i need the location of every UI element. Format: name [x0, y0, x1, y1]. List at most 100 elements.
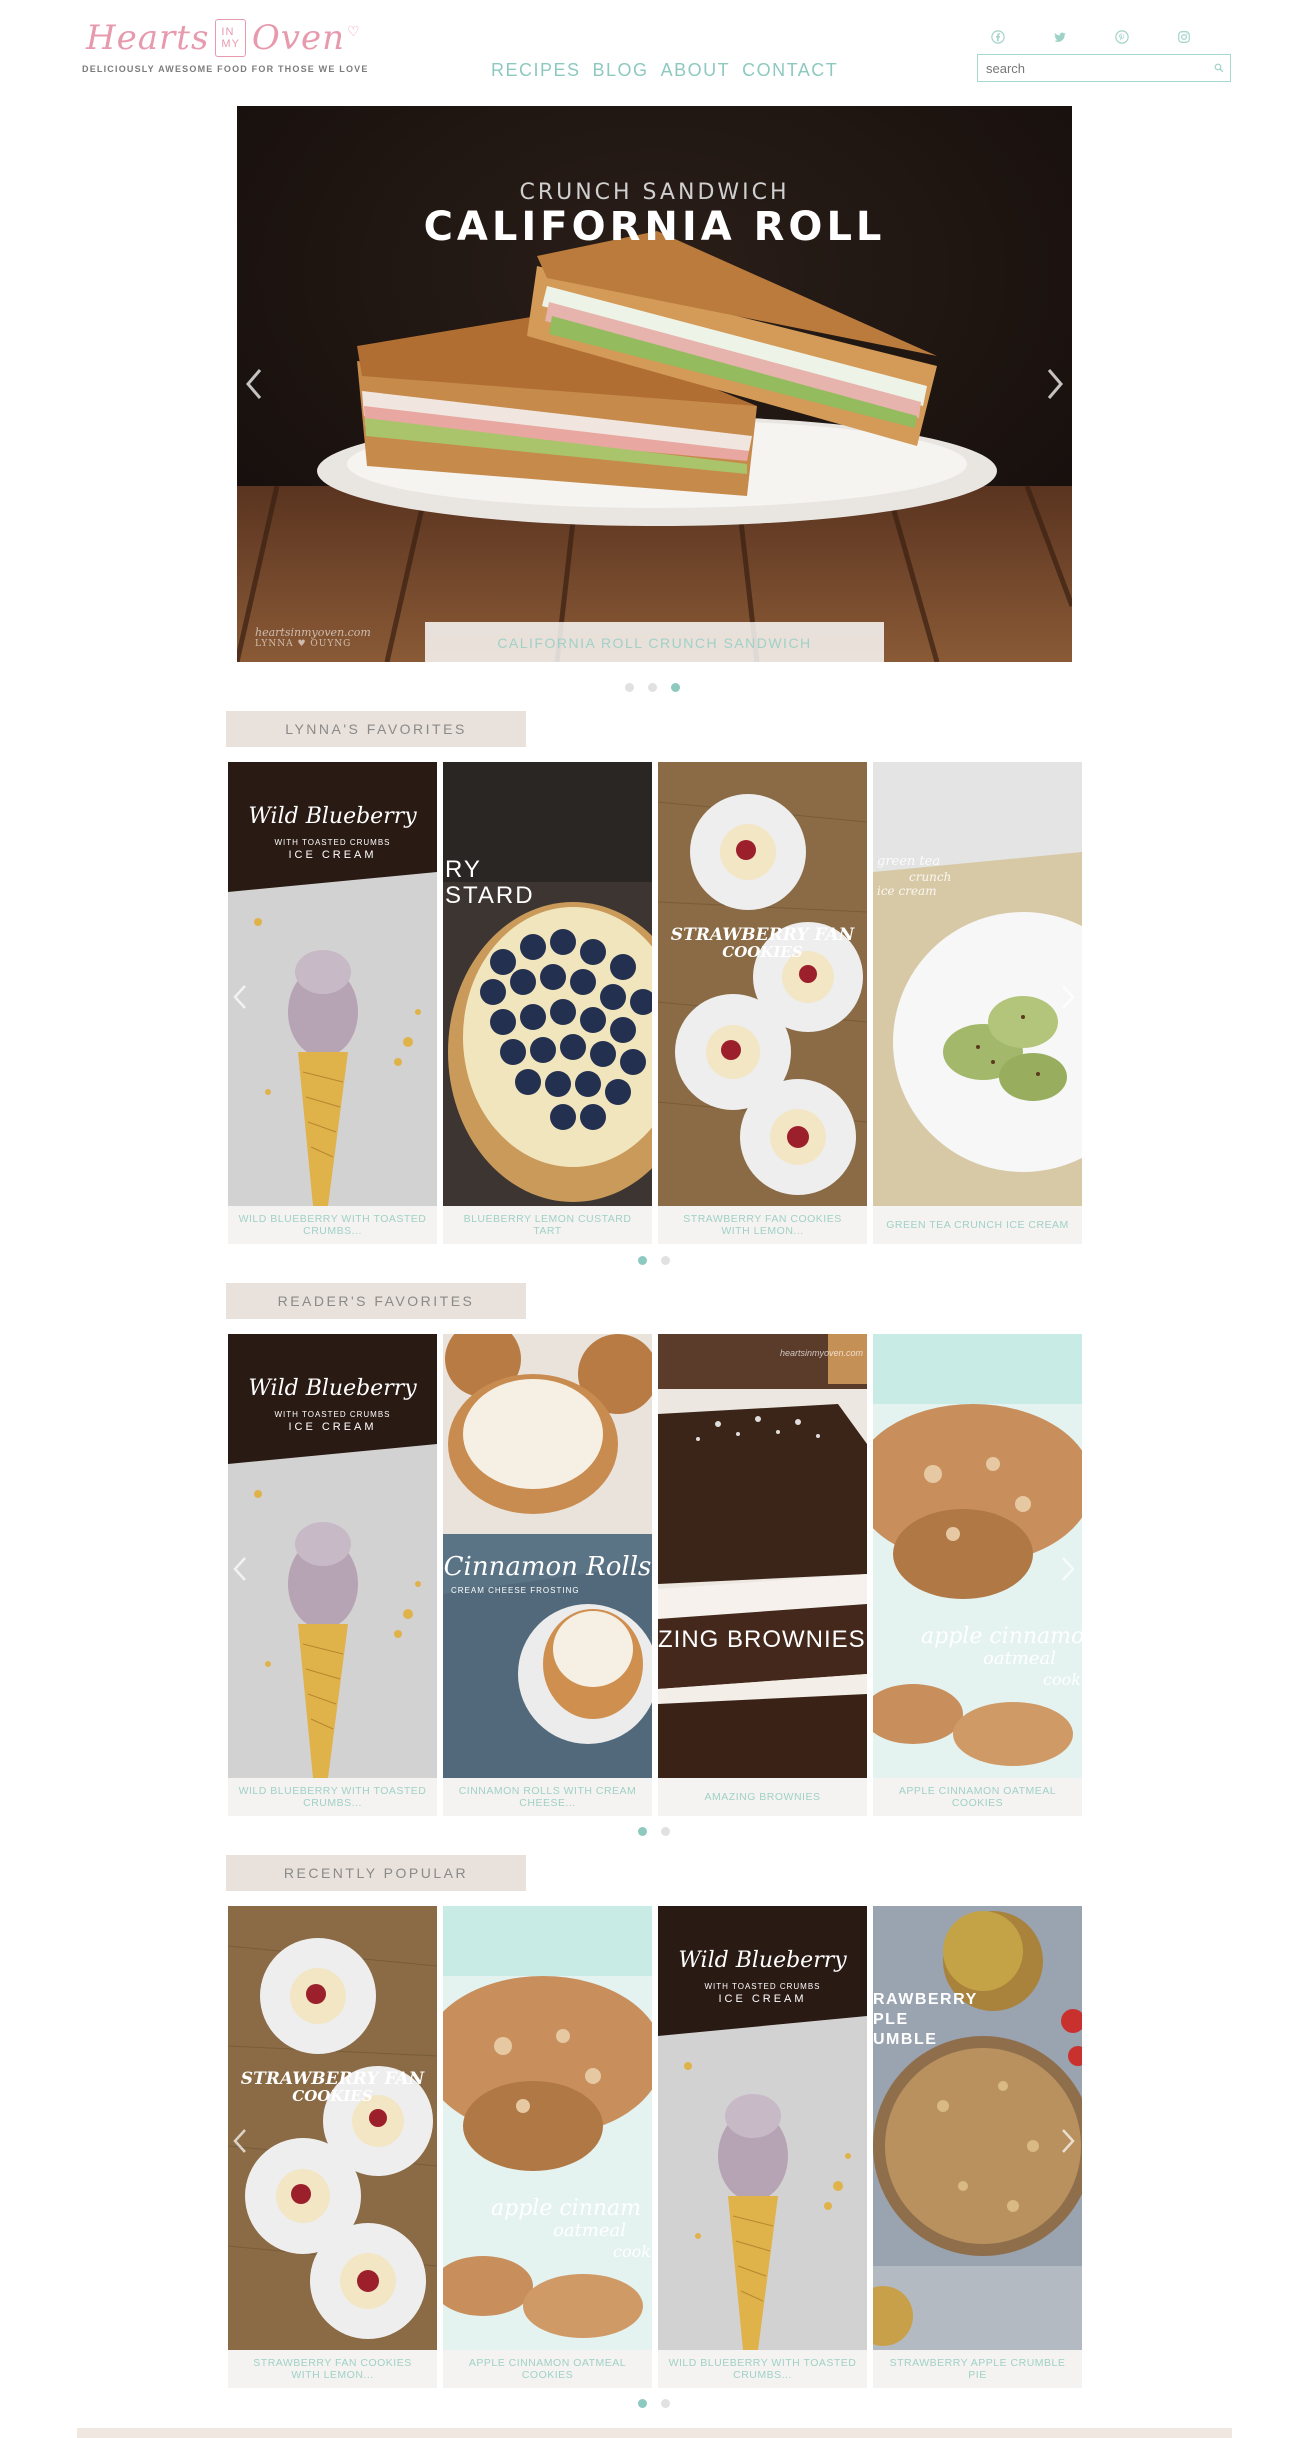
heart-icon: ♡	[347, 22, 360, 39]
search-icon[interactable]	[1208, 57, 1230, 79]
recipe-caption: AMAZING BROWNIES	[658, 1778, 867, 1816]
recipe-image	[443, 1906, 652, 2350]
recipe-caption: APPLE CINNAMON OATMEAL COOKIES	[443, 2350, 652, 2388]
recipe-card[interactable]: apple cinnamo oatmeal cookie APPLE CINNA…	[873, 1334, 1084, 1816]
hero-pagination	[625, 683, 680, 692]
recipe-overlay-sub: PLE	[873, 2011, 909, 2028]
nav-about[interactable]: ABOUT	[661, 60, 731, 81]
chevron-right-icon	[1047, 369, 1063, 399]
recipe-overlay-title: Cinnamon Rolls	[443, 1552, 652, 1582]
recipe-card[interactable]: STRAWBERRY FAN COOKIES STRAWBERRY FAN CO…	[228, 1906, 437, 2388]
recipe-overlay-sub: heartsinmyoven.com	[779, 1348, 863, 1358]
carousel-recently-popular: STRAWBERRY FAN COOKIES STRAWBERRY FAN CO…	[228, 1906, 1082, 2388]
section-title: READER'S FAVORITES	[277, 1293, 475, 1309]
logo-box-in-my: IN MY	[215, 19, 246, 57]
recipe-card[interactable]: RAWBERRY PLE UMBLE STRAWBERRY APPLE CRUM…	[873, 1906, 1082, 2388]
chevron-right-icon	[1062, 985, 1075, 1009]
recipe-caption-text: WILD BLUEBERRY WITH TOASTED CRUMBS...	[668, 2357, 857, 2381]
carousel-dot-1[interactable]	[638, 2399, 647, 2408]
pinterest-icon[interactable]	[1114, 30, 1130, 46]
hero-title-small: CRUNCH SANDWICH	[519, 180, 790, 205]
chevron-left-icon	[233, 1557, 246, 1581]
recipe-overlay-title: ZING BROWNIES	[658, 1626, 866, 1653]
carousel-dot-2[interactable]	[661, 1827, 670, 1836]
chevron-right-icon	[1062, 1557, 1075, 1581]
facebook-icon[interactable]	[990, 30, 1006, 46]
recipe-overlay-sub: COOKIES	[722, 943, 803, 961]
recipe-overlay-title: apple cinnam	[491, 2196, 642, 2221]
recipe-image	[228, 1906, 437, 2350]
recipe-overlay-sub: oatmeal	[983, 1648, 1057, 1669]
recipe-caption: STRAWBERRY FAN COOKIES WITH LEMON...	[658, 1206, 867, 1244]
recipe-overlay-sub2: ICE CREAM	[288, 1421, 377, 1433]
recipe-caption: APPLE CINNAMON OATMEAL COOKIES	[873, 1778, 1082, 1816]
recipe-caption: STRAWBERRY APPLE CRUMBLE PIE	[873, 2350, 1082, 2388]
recipe-card[interactable]: Wild Blueberry WITH TOASTED CRUMBS ICE C…	[658, 1906, 867, 2388]
recipe-image	[873, 762, 1082, 1206]
recipe-overlay-sub2: ICE CREAM	[718, 1993, 807, 2005]
recipe-image	[443, 762, 652, 1206]
carousel-dot-2[interactable]	[661, 2399, 670, 2408]
recipe-card[interactable]: apple cinnam oatmeal cookie APPLE CINNAM…	[443, 1906, 652, 2388]
carousel-dot-2[interactable]	[661, 1256, 670, 1265]
carousel-pagination	[638, 2399, 670, 2408]
main-nav: RECIPES BLOG ABOUT CONTACT	[491, 60, 838, 81]
recipe-card[interactable]: Wild Blueberry WITH TOASTED CRUMBS ICE C…	[228, 1334, 437, 1816]
hero-dot-3[interactable]	[671, 683, 680, 692]
recipe-card[interactable]: ZING BROWNIES heartsinmyoven.com AMAZING…	[658, 1334, 867, 1816]
carousel-next-button[interactable]	[1056, 1552, 1080, 1586]
hero-next-button[interactable]	[1040, 364, 1070, 404]
carousel-dot-1[interactable]	[638, 1256, 647, 1265]
recipe-overlay-title: Wild Blueberry	[678, 1948, 847, 1973]
recipe-image	[658, 762, 867, 1206]
carousel-next-button[interactable]	[1056, 980, 1080, 1014]
logo-word-hearts: Hearts	[86, 18, 210, 58]
recipe-caption: GREEN TEA CRUNCH ICE CREAM	[873, 1206, 1082, 1244]
recipe-overlay-title: STRAWBERRY FAN	[240, 2069, 425, 2089]
chevron-left-icon	[233, 2129, 246, 2153]
instagram-icon[interactable]	[1176, 30, 1192, 46]
recipe-overlay-sub: WITH TOASTED CRUMBS	[274, 838, 391, 847]
carousel-prev-button[interactable]	[228, 1552, 252, 1586]
hero-caption-text: CALIFORNIA ROLL CRUNCH SANDWICH	[497, 635, 812, 651]
recipe-overlay-title: STRAWBERRY FAN	[670, 925, 855, 945]
hero-dot-1[interactable]	[625, 683, 634, 692]
section-title: LYNNA'S FAVORITES	[285, 721, 467, 737]
logo-tagline: DELICIOUSLY AWESOME FOOD FOR THOSE WE LO…	[82, 64, 369, 74]
recipe-card[interactable]: Cinnamon Rolls CREAM CHEESE FROSTING CIN…	[443, 1334, 652, 1816]
recipe-caption: BLUEBERRY LEMON CUSTARD TART	[443, 1206, 652, 1244]
social-links	[990, 30, 1192, 46]
recipe-caption-text: APPLE CINNAMON OATMEAL COOKIES	[898, 1785, 1057, 1809]
recipe-caption-text: WILD BLUEBERRY WITH TOASTED CRUMBS...	[238, 1785, 427, 1809]
recipe-card[interactable]: STRAWBERRY FAN COOKIES STRAWBERRY FAN CO…	[658, 762, 867, 1244]
hero-dot-2[interactable]	[648, 683, 657, 692]
hero-prev-button[interactable]	[239, 364, 269, 404]
recipe-overlay-sub2: UMBLE	[873, 2031, 938, 2048]
recipe-caption: CINNAMON ROLLS WITH CREAM CHEESE...	[443, 1778, 652, 1816]
carousel-prev-button[interactable]	[228, 2124, 252, 2158]
recipe-card[interactable]: RY STARD BLUEBERRY LEMON CUSTARD TART	[443, 762, 652, 1244]
nav-recipes[interactable]: RECIPES	[491, 60, 581, 81]
hero-slider[interactable]: CRUNCH SANDWICH CALIFORNIA ROLL heartsin…	[237, 106, 1072, 662]
hero-caption[interactable]: CALIFORNIA ROLL CRUNCH SANDWICH	[425, 622, 884, 662]
carousel-next-button[interactable]	[1056, 2124, 1080, 2158]
recipe-image	[658, 1334, 867, 1778]
recipe-card[interactable]: green tea crunch ice cream GREEN TEA CRU…	[873, 762, 1082, 1244]
recipe-overlay-sub: CREAM CHEESE FROSTING	[451, 1586, 580, 1595]
recipe-caption-text: GREEN TEA CRUNCH ICE CREAM	[886, 1219, 1069, 1231]
recipe-caption-text: CINNAMON ROLLS WITH CREAM CHEESE...	[458, 1785, 637, 1809]
recipe-overlay-sub2: cookie	[1043, 1670, 1082, 1689]
recipe-caption-text: STRAWBERRY FAN COOKIES WITH LEMON...	[253, 2357, 412, 2381]
carousel-prev-button[interactable]	[228, 980, 252, 1014]
search-input[interactable]	[978, 55, 1208, 81]
recipe-caption: STRAWBERRY FAN COOKIES WITH LEMON...	[228, 2350, 437, 2388]
hero-watermark-author: LYNNA ♥ OUYNG	[255, 639, 352, 649]
site-logo[interactable]: Hearts IN MY Oven ♡ DELICIOUSLY AWESOME …	[80, 18, 367, 80]
nav-contact[interactable]: CONTACT	[742, 60, 838, 81]
recipe-card[interactable]: Wild Blueberry WITH TOASTED CRUMBS ICE C…	[228, 762, 437, 1244]
logo-wordmark: Hearts IN MY Oven ♡	[86, 18, 360, 58]
nav-blog[interactable]: BLOG	[593, 60, 649, 81]
carousel-dot-1[interactable]	[638, 1827, 647, 1836]
twitter-icon[interactable]	[1052, 30, 1068, 46]
chevron-right-icon	[1062, 2129, 1075, 2153]
